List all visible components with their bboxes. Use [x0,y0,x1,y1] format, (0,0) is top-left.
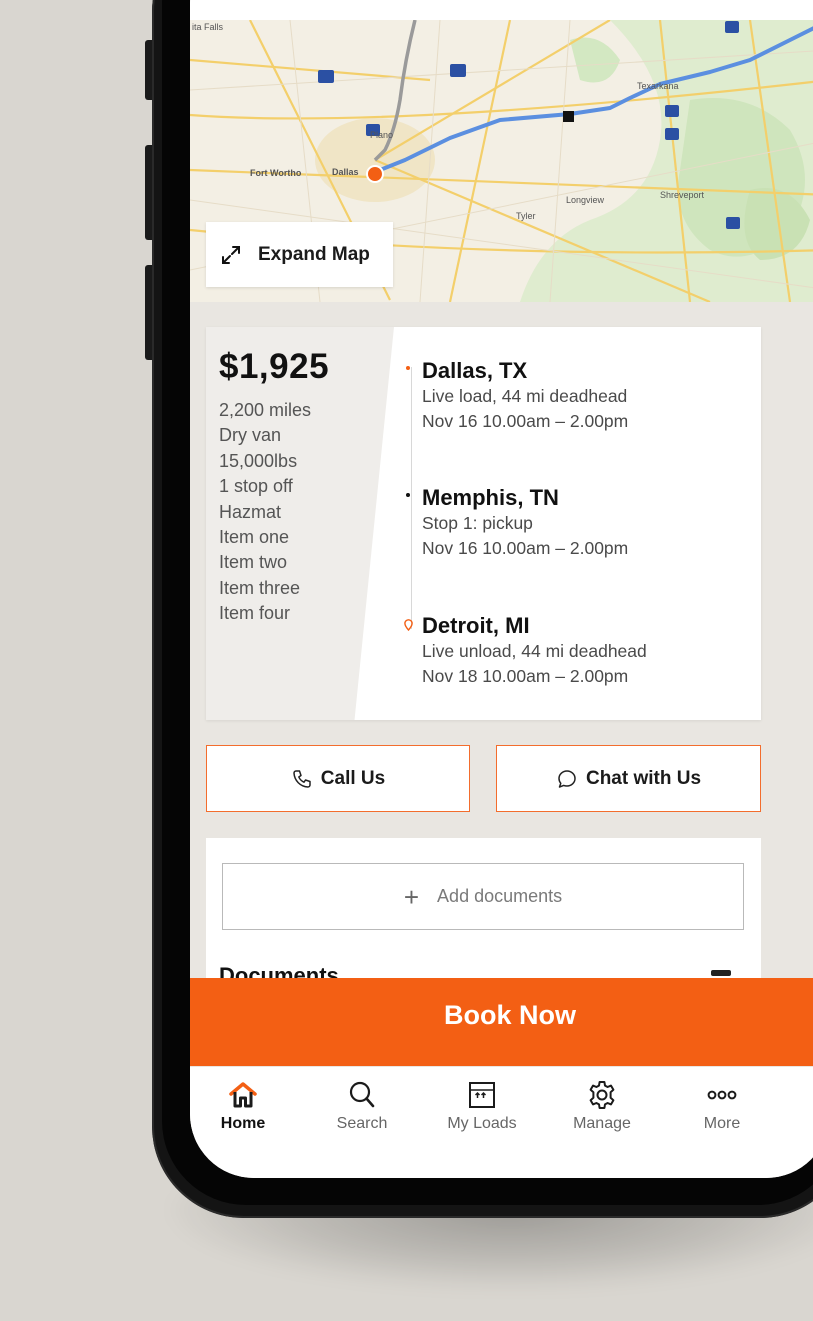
phone-icon [293,769,311,788]
map-label-plano: Plano [370,130,394,140]
spec-item: 15,000lbs [219,450,298,471]
chat-with-us-label: Chat with Us [585,767,702,789]
spec-item: Item two [219,552,288,573]
tab-manage[interactable]: Manage [557,1079,647,1133]
chat-icon [558,769,576,788]
spec-item: 2,200 miles [219,400,312,420]
load-details-card: $1,925 2,200 miles Dry van 15,000lbs 1 s… [206,327,761,720]
spec-item: Item one [219,527,290,548]
stop-origin: Dallas, TX Live load, 44 mi deadhead Nov… [406,358,746,434]
tab-search[interactable]: Search [317,1079,407,1133]
load-specs: 2,200 miles Dry van 15,000lbs 1 stop off… [219,398,369,627]
stop-time: Nov 16 10.00am – 2.00pm [422,411,629,431]
chevron-icon[interactable] [711,970,731,976]
spec-item: Dry van [219,425,282,446]
add-documents-label: Add documents [437,886,563,906]
loads-icon [469,1082,495,1108]
spec-item: Item three [219,577,301,598]
stop-intermediate: Memphis, TN Stop 1: pickup Nov 16 10.00a… [406,485,746,561]
expand-map-button[interactable]: Expand Map [206,222,393,287]
destination-pin-icon [404,619,413,631]
plus-icon: + [403,881,420,912]
stop-city: Memphis, TN [422,485,559,510]
search-icon [349,1081,375,1108]
book-now-button[interactable]: Book Now [190,978,813,1066]
map-label-fort-worth: Fort Wortho [250,168,302,178]
chat-with-us-button[interactable]: Chat with Us [496,745,761,812]
stop-time: Nov 18 10.00am – 2.00pm [422,666,629,686]
tab-more[interactable]: More [677,1079,767,1133]
more-icon [707,1090,737,1100]
home-icon [229,1082,257,1108]
tab-label: More [703,1115,741,1132]
map-label-shreveport: Shreveport [660,190,705,200]
tab-my-loads[interactable]: My Loads [437,1079,527,1133]
phone-screen: ita Falls Fort Wortho Dallas Plano Longv… [190,0,813,1178]
stop-dot-icon [406,493,410,497]
stop-detail: Stop 1: pickup [422,513,533,533]
top-bar [190,0,813,20]
spec-item: Item four [219,603,291,624]
stop-city: Detroit, MI [422,613,530,638]
add-documents-button[interactable]: + Add documents [222,863,744,930]
spec-item: 1 stop off [219,476,293,497]
stop-destination: Detroit, MI Live unload, 44 mi deadhead … [404,613,746,689]
bottom-tab-bar: Home Search My Loads Manage More [190,1067,813,1178]
tab-label: Manage [573,1115,631,1132]
stop-detail: Live unload, 44 mi deadhead [422,641,647,661]
load-price: $1,925 [219,347,330,386]
map-label-wichita-falls: ita Falls [192,22,224,32]
map-label-dallas: Dallas [332,167,359,177]
gear-icon [589,1081,615,1109]
stop-city: Dallas, TX [422,358,528,383]
map-label-texarkana: Texarkana [637,81,679,91]
call-us-button[interactable]: Call Us [206,745,470,812]
spec-item: Hazmat [219,501,282,522]
origin-dot-icon [406,366,410,370]
call-us-label: Call Us [320,767,386,789]
expand-icon [222,245,240,264]
book-now-label: Book Now [444,999,576,1030]
tab-label: Home [220,1115,266,1132]
tab-label: Search [336,1115,388,1132]
map-label-tyler: Tyler [516,211,536,221]
tab-label: My Loads [447,1115,517,1132]
tab-home[interactable]: Home [198,1079,288,1133]
expand-map-label: Expand Map [258,243,370,265]
map-label-longview: Longview [566,195,605,205]
stop-detail: Live load, 44 mi deadhead [422,386,628,406]
stop-time: Nov 16 10.00am – 2.00pm [422,538,629,558]
